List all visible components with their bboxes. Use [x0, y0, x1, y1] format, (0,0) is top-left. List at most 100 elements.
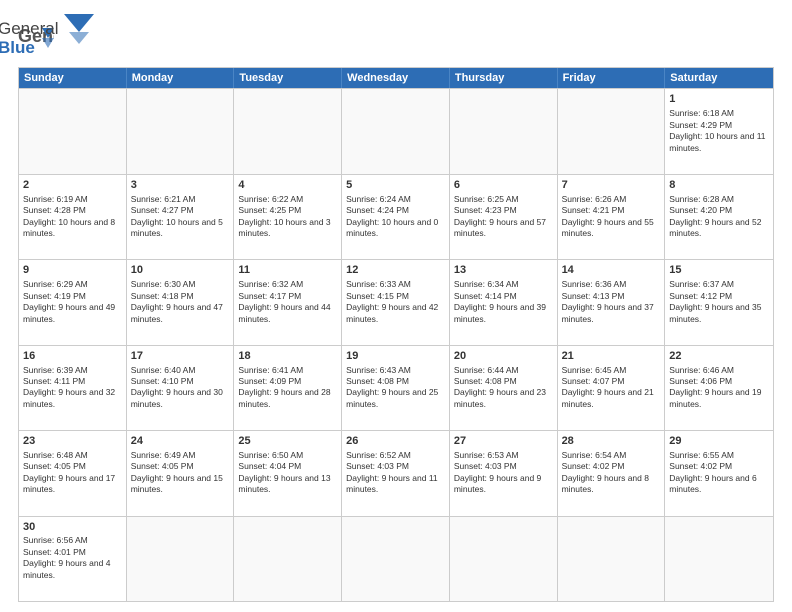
day-info: Sunrise: 6:22 AM Sunset: 4:25 PM Dayligh… — [238, 194, 330, 238]
calendar-cell: 16Sunrise: 6:39 AM Sunset: 4:11 PM Dayli… — [19, 346, 127, 430]
day-number: 5 — [346, 178, 445, 193]
day-info: Sunrise: 6:53 AM Sunset: 4:03 PM Dayligh… — [454, 450, 541, 494]
calendar-cell: 17Sunrise: 6:40 AM Sunset: 4:10 PM Dayli… — [127, 346, 235, 430]
day-info: Sunrise: 6:19 AM Sunset: 4:28 PM Dayligh… — [23, 194, 115, 238]
calendar-cell: 13Sunrise: 6:34 AM Sunset: 4:14 PM Dayli… — [450, 260, 558, 344]
calendar-cell — [19, 89, 127, 173]
day-info: Sunrise: 6:28 AM Sunset: 4:20 PM Dayligh… — [669, 194, 761, 238]
calendar-cell — [234, 89, 342, 173]
calendar-cell: 3Sunrise: 6:21 AM Sunset: 4:27 PM Daylig… — [127, 175, 235, 259]
day-number: 26 — [346, 434, 445, 449]
day-info: Sunrise: 6:40 AM Sunset: 4:10 PM Dayligh… — [131, 365, 223, 409]
day-number: 1 — [669, 92, 769, 107]
day-info: Sunrise: 6:41 AM Sunset: 4:09 PM Dayligh… — [238, 365, 330, 409]
calendar-cell: 22Sunrise: 6:46 AM Sunset: 4:06 PM Dayli… — [665, 346, 773, 430]
day-number: 14 — [562, 263, 661, 278]
logo: General General Blue — [18, 18, 94, 57]
day-number: 28 — [562, 434, 661, 449]
header-day-wednesday: Wednesday — [342, 68, 450, 88]
day-number: 7 — [562, 178, 661, 193]
calendar-row-5: 30Sunrise: 6:56 AM Sunset: 4:01 PM Dayli… — [19, 516, 773, 601]
day-info: Sunrise: 6:21 AM Sunset: 4:27 PM Dayligh… — [131, 194, 223, 238]
day-number: 3 — [131, 178, 230, 193]
calendar-body: 1Sunrise: 6:18 AM Sunset: 4:29 PM Daylig… — [19, 88, 773, 601]
header-day-thursday: Thursday — [450, 68, 558, 88]
day-number: 23 — [23, 434, 122, 449]
calendar-cell: 18Sunrise: 6:41 AM Sunset: 4:09 PM Dayli… — [234, 346, 342, 430]
calendar-cell — [342, 89, 450, 173]
day-info: Sunrise: 6:32 AM Sunset: 4:17 PM Dayligh… — [238, 279, 330, 323]
calendar-cell: 4Sunrise: 6:22 AM Sunset: 4:25 PM Daylig… — [234, 175, 342, 259]
day-number: 22 — [669, 349, 769, 364]
day-info: Sunrise: 6:56 AM Sunset: 4:01 PM Dayligh… — [23, 535, 110, 579]
day-number: 8 — [669, 178, 769, 193]
calendar-cell: 11Sunrise: 6:32 AM Sunset: 4:17 PM Dayli… — [234, 260, 342, 344]
day-number: 13 — [454, 263, 553, 278]
calendar-cell — [342, 517, 450, 601]
page: General General Blue SundayMondayTuesday… — [0, 0, 792, 612]
calendar-cell: 12Sunrise: 6:33 AM Sunset: 4:15 PM Dayli… — [342, 260, 450, 344]
calendar: SundayMondayTuesdayWednesdayThursdayFrid… — [18, 67, 774, 602]
day-info: Sunrise: 6:29 AM Sunset: 4:19 PM Dayligh… — [23, 279, 115, 323]
calendar-cell: 15Sunrise: 6:37 AM Sunset: 4:12 PM Dayli… — [665, 260, 773, 344]
calendar-cell — [558, 517, 666, 601]
calendar-row-3: 16Sunrise: 6:39 AM Sunset: 4:11 PM Dayli… — [19, 345, 773, 430]
day-info: Sunrise: 6:52 AM Sunset: 4:03 PM Dayligh… — [346, 450, 438, 494]
day-info: Sunrise: 6:36 AM Sunset: 4:13 PM Dayligh… — [562, 279, 654, 323]
calendar-cell — [127, 89, 235, 173]
header: General General Blue — [18, 18, 774, 57]
logo-triangle-icon — [64, 14, 94, 44]
header-day-sunday: Sunday — [19, 68, 127, 88]
day-info: Sunrise: 6:24 AM Sunset: 4:24 PM Dayligh… — [346, 194, 438, 238]
calendar-cell: 30Sunrise: 6:56 AM Sunset: 4:01 PM Dayli… — [19, 517, 127, 601]
day-number: 17 — [131, 349, 230, 364]
calendar-cell — [127, 517, 235, 601]
calendar-row-1: 2Sunrise: 6:19 AM Sunset: 4:28 PM Daylig… — [19, 174, 773, 259]
calendar-cell: 26Sunrise: 6:52 AM Sunset: 4:03 PM Dayli… — [342, 431, 450, 515]
calendar-cell: 27Sunrise: 6:53 AM Sunset: 4:03 PM Dayli… — [450, 431, 558, 515]
calendar-cell — [665, 517, 773, 601]
header-day-friday: Friday — [558, 68, 666, 88]
calendar-cell: 7Sunrise: 6:26 AM Sunset: 4:21 PM Daylig… — [558, 175, 666, 259]
day-number: 2 — [23, 178, 122, 193]
day-info: Sunrise: 6:37 AM Sunset: 4:12 PM Dayligh… — [669, 279, 761, 323]
calendar-cell: 21Sunrise: 6:45 AM Sunset: 4:07 PM Dayli… — [558, 346, 666, 430]
day-info: Sunrise: 6:33 AM Sunset: 4:15 PM Dayligh… — [346, 279, 438, 323]
calendar-cell: 29Sunrise: 6:55 AM Sunset: 4:02 PM Dayli… — [665, 431, 773, 515]
calendar-row-2: 9Sunrise: 6:29 AM Sunset: 4:19 PM Daylig… — [19, 259, 773, 344]
day-number: 25 — [238, 434, 337, 449]
day-number: 10 — [131, 263, 230, 278]
day-number: 24 — [131, 434, 230, 449]
day-number: 12 — [346, 263, 445, 278]
calendar-cell: 9Sunrise: 6:29 AM Sunset: 4:19 PM Daylig… — [19, 260, 127, 344]
day-number: 18 — [238, 349, 337, 364]
calendar-cell: 19Sunrise: 6:43 AM Sunset: 4:08 PM Dayli… — [342, 346, 450, 430]
day-info: Sunrise: 6:39 AM Sunset: 4:11 PM Dayligh… — [23, 365, 115, 409]
calendar-cell: 10Sunrise: 6:30 AM Sunset: 4:18 PM Dayli… — [127, 260, 235, 344]
day-info: Sunrise: 6:46 AM Sunset: 4:06 PM Dayligh… — [669, 365, 761, 409]
logo-blue-text: Blue — [0, 39, 58, 58]
day-number: 11 — [238, 263, 337, 278]
day-number: 20 — [454, 349, 553, 364]
calendar-cell: 8Sunrise: 6:28 AM Sunset: 4:20 PM Daylig… — [665, 175, 773, 259]
day-number: 29 — [669, 434, 769, 449]
calendar-cell — [558, 89, 666, 173]
calendar-cell — [450, 89, 558, 173]
calendar-cell: 5Sunrise: 6:24 AM Sunset: 4:24 PM Daylig… — [342, 175, 450, 259]
day-info: Sunrise: 6:45 AM Sunset: 4:07 PM Dayligh… — [562, 365, 654, 409]
day-info: Sunrise: 6:18 AM Sunset: 4:29 PM Dayligh… — [669, 108, 765, 152]
day-info: Sunrise: 6:30 AM Sunset: 4:18 PM Dayligh… — [131, 279, 223, 323]
day-number: 30 — [23, 520, 122, 535]
day-info: Sunrise: 6:49 AM Sunset: 4:05 PM Dayligh… — [131, 450, 223, 494]
day-number: 4 — [238, 178, 337, 193]
day-number: 15 — [669, 263, 769, 278]
logo-general-text: General — [0, 20, 58, 39]
day-info: Sunrise: 6:25 AM Sunset: 4:23 PM Dayligh… — [454, 194, 546, 238]
calendar-cell: 25Sunrise: 6:50 AM Sunset: 4:04 PM Dayli… — [234, 431, 342, 515]
calendar-cell: 14Sunrise: 6:36 AM Sunset: 4:13 PM Dayli… — [558, 260, 666, 344]
header-day-monday: Monday — [127, 68, 235, 88]
calendar-cell — [450, 517, 558, 601]
calendar-cell: 1Sunrise: 6:18 AM Sunset: 4:29 PM Daylig… — [665, 89, 773, 173]
calendar-header: SundayMondayTuesdayWednesdayThursdayFrid… — [19, 68, 773, 88]
header-day-saturday: Saturday — [665, 68, 773, 88]
